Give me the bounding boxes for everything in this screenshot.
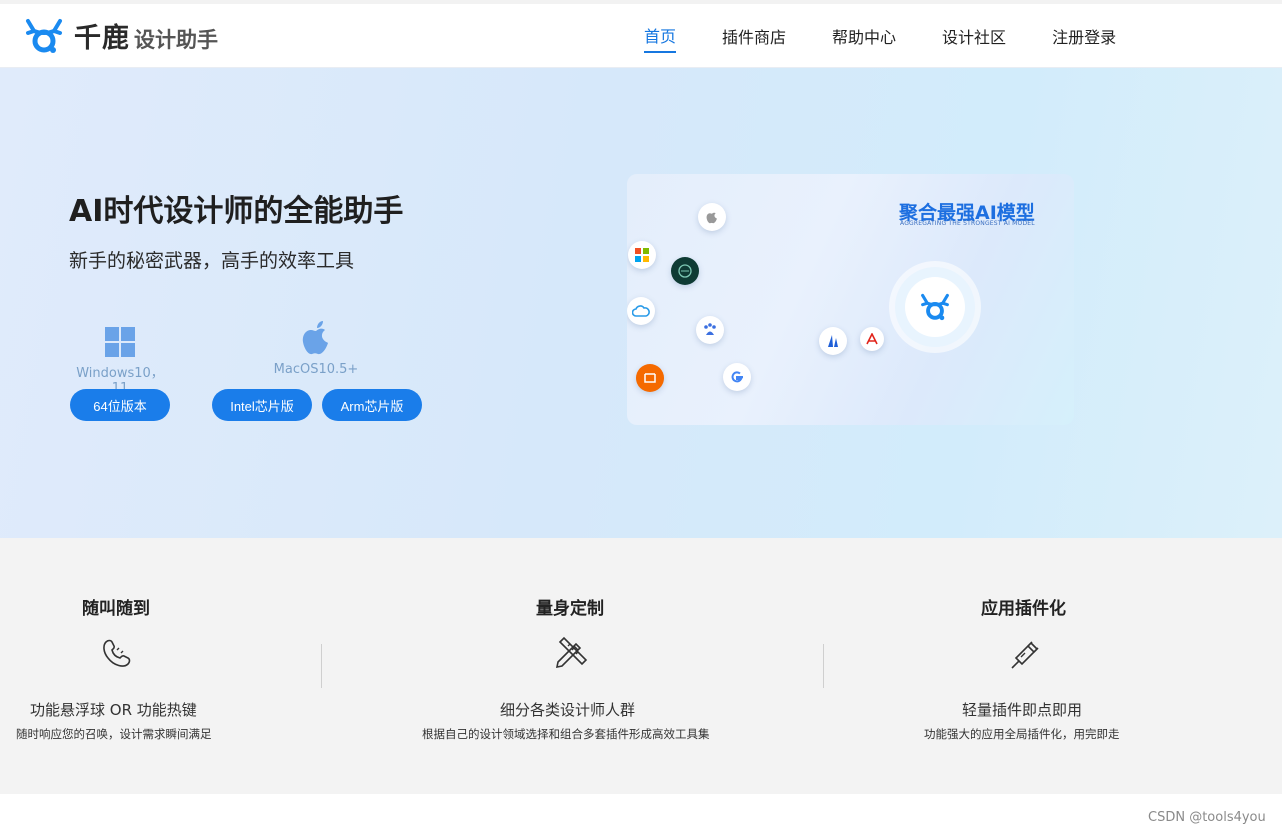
qianlu-center-logo: [895, 267, 975, 347]
watermark-text: CSDN @tools4you: [1148, 810, 1266, 825]
mac-intel-download-button[interactable]: Intel芯片版: [212, 389, 312, 421]
google-icon: [723, 363, 751, 391]
nav-help-center[interactable]: 帮助中心: [832, 20, 896, 52]
macos-download-group: MacOS10.5+: [266, 321, 366, 377]
brand-subtitle: 设计助手: [134, 27, 218, 52]
feature-main-pluginize: 轻量插件即点即用: [962, 701, 1083, 719]
nav-plugin-store[interactable]: 插件商店: [722, 20, 786, 52]
feature-main-on-call: 功能悬浮球 OR 功能热键: [30, 701, 197, 719]
macos-version-label: MacOS10.5+: [273, 362, 359, 377]
adobe-icon: [860, 327, 884, 351]
feature-title-on-call: 随叫随到: [82, 599, 150, 619]
feature-desc-tailored: 根据自己的设计领域选择和组合多套插件形成高效工具集: [422, 727, 710, 741]
site-header: 千鹿 设计助手 首页 插件商店 帮助中心 设计社区 注册登录: [0, 4, 1282, 68]
feature-desc-pluginize: 功能强大的应用全局插件化，用完即走: [924, 727, 1120, 741]
phone-hand-icon: [103, 639, 131, 667]
nav-design-community[interactable]: 设计社区: [942, 20, 1006, 52]
qianlu-logo-icon: [921, 293, 949, 321]
feature-title-tailored: 量身定制: [536, 599, 604, 619]
hero-title: AI时代设计师的全能助手: [69, 194, 404, 229]
plug-icon: [1011, 641, 1039, 669]
brand-logo[interactable]: 千鹿 设计助手: [22, 16, 218, 55]
alibaba-icon: [636, 364, 664, 392]
windows-64bit-download-button[interactable]: 64位版本: [70, 389, 170, 421]
hero-banner: AI时代设计师的全能助手 新手的秘密武器，高手的效率工具 Windows10，1…: [0, 68, 1282, 538]
feature-divider: [823, 644, 824, 688]
windows-download-group: Windows10，11: [70, 326, 170, 396]
nav-register-login[interactable]: 注册登录: [1052, 20, 1116, 52]
windows-icon: [105, 327, 135, 357]
mac-arm-download-button[interactable]: Arm芯片版: [322, 389, 422, 421]
main-nav: 首页 插件商店 帮助中心 设计社区 注册登录: [620, 4, 1162, 68]
cloud-icon: [627, 297, 655, 325]
apple-icon: [302, 321, 328, 355]
baidu-icon: [696, 316, 724, 344]
hero-subtitle: 新手的秘密武器，高手的效率工具: [69, 250, 355, 272]
pencil-ruler-icon: [555, 636, 588, 669]
microsoft-icon: [628, 241, 656, 269]
ai-models-card: 聚合最强AI模型 AGGREGATING THE STRONGEST AI MO…: [627, 174, 1074, 425]
card-subtitle: AGGREGATING THE STRONGEST AI MODEL: [900, 220, 1035, 227]
feature-main-tailored: 细分各类设计师人群: [500, 701, 636, 719]
midjourney-icon: [819, 327, 847, 355]
nav-home[interactable]: 首页: [644, 19, 677, 53]
feature-divider: [321, 644, 322, 688]
openai-icon: [671, 257, 699, 285]
brand-name: 千鹿: [74, 23, 130, 54]
feature-title-pluginize: 应用插件化: [981, 599, 1066, 619]
feature-desc-on-call: 随时响应您的召唤，设计需求瞬间满足: [16, 727, 212, 741]
features-section: 随叫随到 功能悬浮球 OR 功能热键 随时响应您的召唤，设计需求瞬间满足 量身定…: [0, 538, 1282, 794]
apple-model-icon: [698, 203, 726, 231]
deer-logo-icon: [26, 18, 62, 53]
